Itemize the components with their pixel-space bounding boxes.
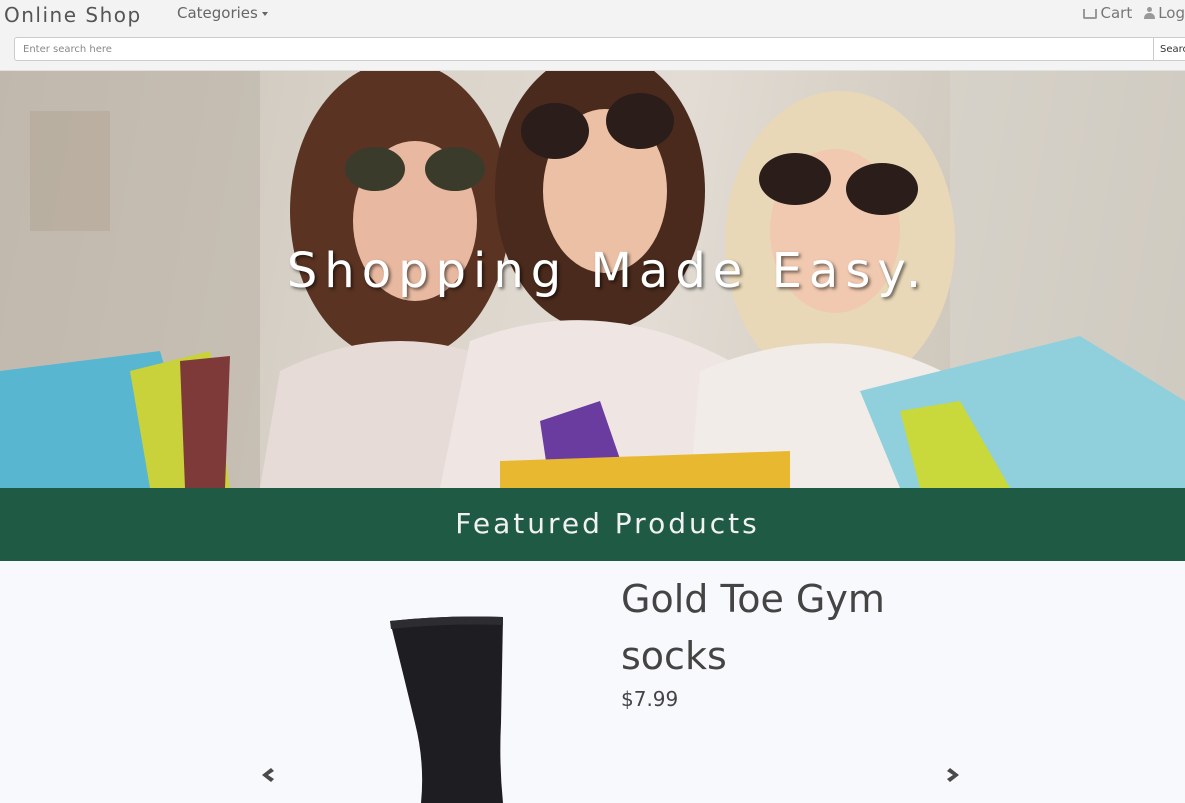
hero-banner: Shopping Made Easy. <box>0 71 1185 488</box>
featured-products-header: Featured Products <box>0 488 1185 561</box>
product-name[interactable]: Gold Toe Gym socks <box>621 571 951 685</box>
search-input[interactable] <box>14 37 1154 61</box>
categories-label: Categories <box>177 4 258 22</box>
chevron-right-icon[interactable] <box>946 767 962 783</box>
categories-dropdown[interactable]: Categories <box>177 3 268 23</box>
cart-link[interactable]: Cart <box>1083 3 1132 23</box>
product-carousel: Gold Toe Gym socks $7.99 <box>0 561 1185 803</box>
brand-logo[interactable]: Online Shop <box>4 2 142 28</box>
navbar: Online Shop Categories Cart Log Searc <box>0 0 1185 71</box>
product-price: $7.99 <box>621 687 679 711</box>
caret-down-icon <box>261 11 268 16</box>
search-button[interactable]: Searc <box>1153 37 1185 61</box>
nav-right: Cart Log <box>1083 3 1185 23</box>
user-icon <box>1144 7 1156 19</box>
featured-title: Featured Products <box>455 507 760 540</box>
chevron-left-icon[interactable] <box>259 767 275 783</box>
login-label: Log <box>1158 4 1185 22</box>
search-bar: Searc <box>14 37 1185 61</box>
sock-image[interactable] <box>385 613 510 803</box>
login-link[interactable]: Log <box>1144 3 1185 23</box>
cart-icon <box>1083 9 1098 19</box>
hero-title: Shopping Made Easy. <box>286 243 929 299</box>
cart-label: Cart <box>1100 4 1133 22</box>
